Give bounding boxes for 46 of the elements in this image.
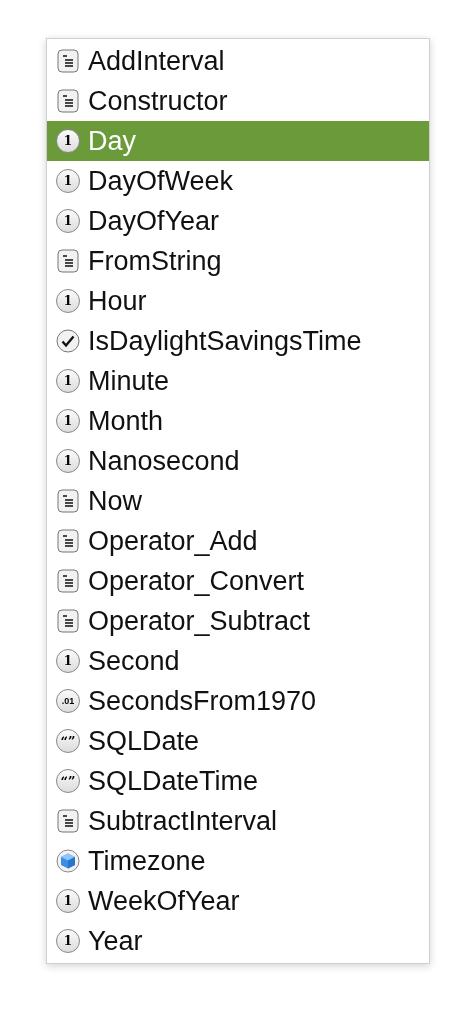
number-icon: 1 [56,889,80,913]
number-icon: 1 [56,209,80,233]
cube-icon [56,849,80,873]
number-icon: 1 [56,289,80,313]
list-item[interactable]: 1 WeekOfYear [47,881,429,921]
list-item[interactable]: Timezone [47,841,429,881]
list-item[interactable]: .01 SecondsFrom1970 [47,681,429,721]
lines-icon [57,529,79,553]
number-icon: 1 [56,449,80,473]
number-icon: 1 [56,169,80,193]
lines-icon [57,569,79,593]
list-item[interactable]: 1 Hour [47,281,429,321]
number-icon: 1 [56,129,80,153]
list-item[interactable]: 1 Nanosecond [47,441,429,481]
lines-icon [57,809,79,833]
list-item[interactable]: Operator_Subtract [47,601,429,641]
lines-icon [57,249,79,273]
list-item[interactable]: AddInterval [47,41,429,81]
list-item[interactable]: Now [47,481,429,521]
lines-icon [57,609,79,633]
quote-icon: “” [56,729,80,753]
quote-icon: “” [56,769,80,793]
number-icon: 1 [56,929,80,953]
number-icon: 1 [56,369,80,393]
list-item[interactable]: 1 Second [47,641,429,681]
number-icon: 1 [56,649,80,673]
list-item[interactable]: 1 Year [47,921,429,961]
list-item[interactable]: “” SQLDate [47,721,429,761]
list-item[interactable]: 1 DayOfYear [47,201,429,241]
list-item[interactable]: “” SQLDateTime [47,761,429,801]
lines-icon [57,89,79,113]
lines-icon [57,49,79,73]
number-icon: 1 [56,409,80,433]
lines-icon [57,489,79,513]
list-item[interactable]: SubtractInterval [47,801,429,841]
list-item[interactable]: 1 DayOfWeek [47,161,429,201]
list-item[interactable]: Constructor [47,81,429,121]
list-item[interactable]: 1 Day [47,121,429,161]
list-item[interactable]: IsDaylightSavingsTime [47,321,429,361]
list-item[interactable]: FromString [47,241,429,281]
number-icon: .01 [56,689,80,713]
list-item[interactable]: 1 Minute [47,361,429,401]
checkmark-icon [56,329,80,353]
list-item[interactable]: Operator_Convert [47,561,429,601]
list-item[interactable]: Operator_Add [47,521,429,561]
list-item[interactable]: 1 Month [47,401,429,441]
